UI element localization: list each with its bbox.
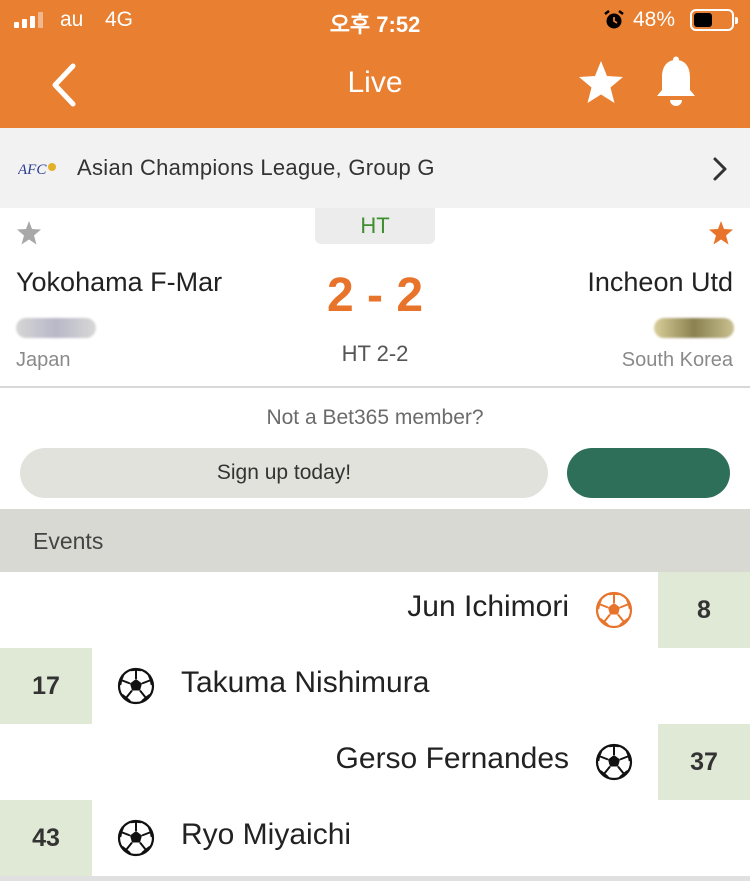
- competition-name: Asian Champions League, Group G: [77, 155, 435, 180]
- battery-percent: 48%: [633, 8, 676, 31]
- svg-text:AFC: AFC: [18, 162, 47, 178]
- away-flag-icon: [654, 318, 734, 338]
- competition-row[interactable]: AFC Asian Champions League, Group G: [0, 128, 750, 208]
- event-minute: 8: [658, 572, 750, 648]
- event-minute: 43: [0, 800, 92, 876]
- own-goal-ball-icon: [595, 591, 633, 629]
- event-player[interactable]: Ryo Miyaichi: [181, 818, 351, 852]
- bell-icon[interactable]: [651, 56, 701, 110]
- promo-question: Not a Bet365 member?: [266, 406, 484, 429]
- match-status: HT: [315, 208, 435, 244]
- away-country: South Korea: [621, 349, 733, 371]
- app-header: au 4G 오후 7:52 48% Live: [0, 0, 750, 128]
- bet365-button[interactable]: [567, 448, 730, 498]
- event-player[interactable]: Jun Ichimori: [407, 590, 569, 624]
- soccer-ball-icon: [117, 667, 155, 705]
- score: 2 - 2: [326, 269, 424, 322]
- soccer-ball-icon: [595, 743, 633, 781]
- soccer-ball-icon: [117, 819, 155, 857]
- battery-icon: [690, 9, 738, 31]
- favorite-away-star-icon[interactable]: [708, 220, 734, 246]
- event-row: Jun Ichimori 8: [0, 572, 750, 648]
- home-flag-icon: [16, 318, 96, 338]
- events-header: Events: [0, 509, 750, 572]
- page-title: Live: [347, 66, 403, 99]
- chevron-right-icon: [713, 157, 727, 181]
- event-row: 17 Takuma Nishimura: [0, 648, 750, 724]
- event-player[interactable]: Takuma Nishimura: [181, 666, 429, 700]
- event-player[interactable]: Gerso Fernandes: [336, 742, 569, 776]
- event-minute: 37: [658, 724, 750, 800]
- afc-logo-icon: AFC: [18, 162, 56, 178]
- star-icon[interactable]: [576, 58, 626, 108]
- event-minute: 17: [0, 648, 92, 724]
- divider: [0, 876, 750, 881]
- signup-button[interactable]: Sign up today!: [20, 448, 548, 498]
- alarm-icon: [604, 10, 624, 29]
- event-row: 43 Ryo Miyaichi: [0, 800, 750, 876]
- events-title: Events: [33, 528, 104, 554]
- event-row: Gerso Fernandes 37: [0, 724, 750, 800]
- match-panel: HT Yokohama F-Mar Incheon Utd 2 - 2 Japa…: [0, 208, 750, 388]
- favorite-home-star-icon[interactable]: [16, 220, 42, 246]
- status-bar: au 4G 오후 7:52 48%: [0, 0, 750, 40]
